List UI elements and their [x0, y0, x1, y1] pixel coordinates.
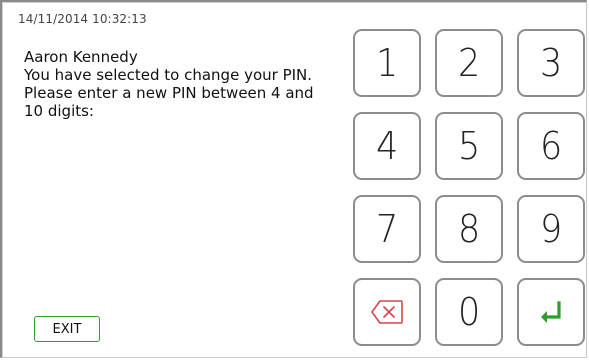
key-label: 0	[457, 290, 481, 334]
key-6[interactable]: 6	[517, 112, 585, 180]
instruction-line: 10 digits:	[24, 102, 94, 120]
key-label: 5	[457, 124, 481, 168]
key-label: 9	[539, 207, 563, 251]
backspace-key[interactable]	[353, 278, 421, 346]
key-label: 8	[457, 207, 481, 251]
enter-key[interactable]	[517, 278, 585, 346]
instruction-line: Please enter a new PIN between 4 and	[24, 84, 314, 102]
key-label: 3	[539, 41, 563, 85]
key-8[interactable]: 8	[435, 195, 503, 263]
enter-icon	[536, 299, 566, 325]
pin-change-screen: 14/11/2014 10:32:13 Aaron Kennedy You ha…	[0, 0, 587, 358]
key-label: 4	[375, 124, 399, 168]
key-5[interactable]: 5	[435, 112, 503, 180]
exit-button[interactable]: EXIT	[34, 316, 100, 342]
key-label: 1	[375, 41, 399, 85]
key-7[interactable]: 7	[353, 195, 421, 263]
instruction-message: Aaron Kennedy You have selected to chang…	[24, 48, 354, 120]
user-name: Aaron Kennedy	[24, 48, 138, 66]
key-1[interactable]: 1	[353, 29, 421, 97]
key-9[interactable]: 9	[517, 195, 585, 263]
key-label: 6	[539, 124, 563, 168]
key-2[interactable]: 2	[435, 29, 503, 97]
key-4[interactable]: 4	[353, 112, 421, 180]
instruction-line: You have selected to change your PIN.	[24, 66, 313, 84]
key-label: 7	[375, 207, 399, 251]
timestamp: 14/11/2014 10:32:13	[18, 12, 147, 26]
key-label: 2	[457, 41, 481, 85]
key-3[interactable]: 3	[517, 29, 585, 97]
backspace-icon	[370, 299, 404, 325]
key-0[interactable]: 0	[435, 278, 503, 346]
